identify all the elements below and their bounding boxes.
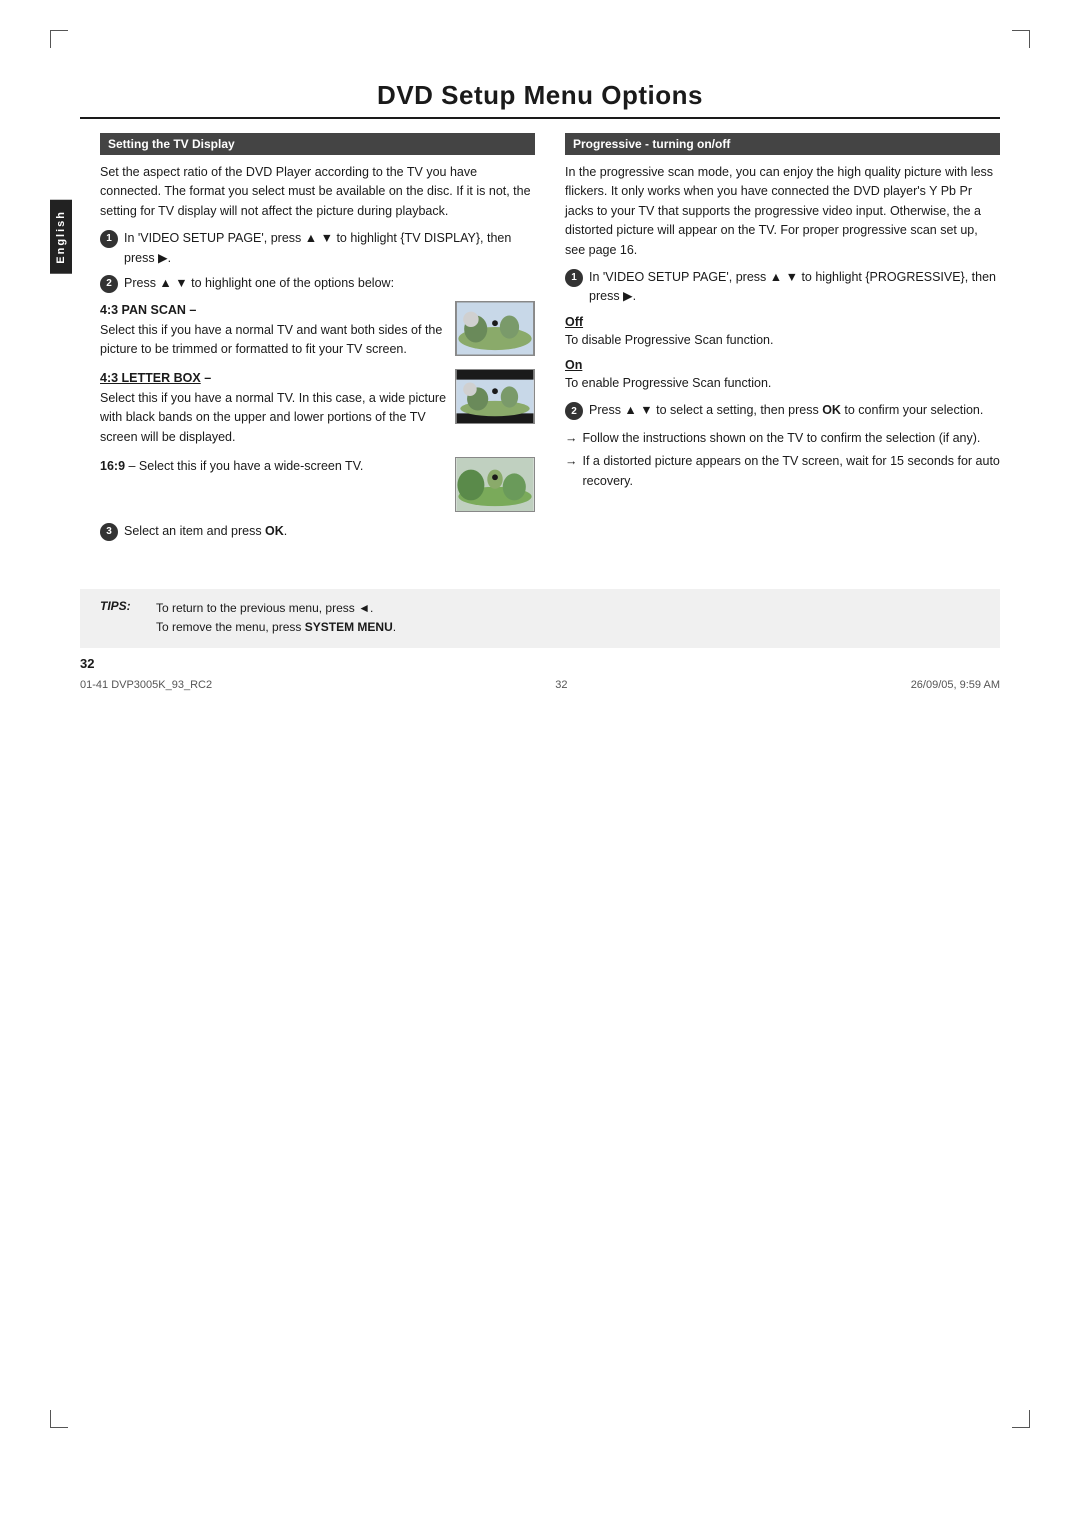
corner-mark-bl bbox=[50, 1410, 68, 1428]
left-section-header: Setting the TV Display bbox=[100, 133, 535, 155]
left-steps: 1 In 'VIDEO SETUP PAGE', press ▲ ▼ to hi… bbox=[100, 229, 535, 293]
arrow-symbol-1: → bbox=[565, 429, 578, 448]
16-9-body: – Select this if you have a wide-screen … bbox=[125, 459, 363, 473]
pan-scan-title: 4:3 PAN SCAN – bbox=[100, 303, 196, 317]
letter-box-body: Select this if you have a normal TV. In … bbox=[100, 391, 446, 444]
page-title: DVD Setup Menu Options bbox=[80, 80, 1000, 111]
tips-system-menu: SYSTEM MENU bbox=[305, 620, 393, 634]
right-intro-text: In the progressive scan mode, you can en… bbox=[565, 163, 1000, 260]
step-2-number: 2 bbox=[100, 275, 118, 293]
arrow-item-1: → Follow the instructions shown on the T… bbox=[565, 429, 1000, 448]
left-step-1: 1 In 'VIDEO SETUP PAGE', press ▲ ▼ to hi… bbox=[100, 229, 535, 268]
left-intro-text: Set the aspect ratio of the DVD Player a… bbox=[100, 163, 535, 221]
tips-content: To return to the previous menu, press ◄.… bbox=[156, 599, 396, 637]
off-text: To disable Progressive Scan function. bbox=[565, 331, 1000, 350]
footer-left: 01-41 DVP3005K_93_RC2 bbox=[80, 679, 212, 691]
letter-box-dash: – bbox=[201, 371, 211, 385]
step-3-number: 3 bbox=[100, 523, 118, 541]
right-step-2-number: 2 bbox=[565, 402, 583, 420]
step-2-text: Press ▲ ▼ to highlight one of the option… bbox=[124, 274, 394, 293]
language-tab: English bbox=[50, 200, 72, 274]
right-step-1-text: In 'VIDEO SETUP PAGE', press ▲ ▼ to high… bbox=[589, 268, 1000, 307]
tips-label: TIPS: bbox=[100, 599, 140, 613]
letter-box-image bbox=[455, 369, 535, 424]
arrow-symbol-2: → bbox=[565, 452, 578, 471]
step-1-text: In 'VIDEO SETUP PAGE', press ▲ ▼ to high… bbox=[124, 229, 535, 268]
tips-line-1: To return to the previous menu, press ◄. bbox=[156, 599, 396, 618]
on-text: To enable Progressive Scan function. bbox=[565, 374, 1000, 393]
left-step-3: 3 Select an item and press OK. bbox=[100, 522, 535, 541]
step-1-number: 1 bbox=[100, 230, 118, 248]
corner-mark-br bbox=[1012, 1410, 1030, 1428]
corner-mark-tl bbox=[50, 30, 68, 48]
right-step-2-text: Press ▲ ▼ to select a setting, then pres… bbox=[589, 401, 983, 420]
on-heading: On bbox=[565, 358, 1000, 372]
option-16-9: 16:9 – Select this if you have a wide-sc… bbox=[100, 457, 535, 512]
16-9-title: 16:9 bbox=[100, 459, 125, 473]
right-step-2-list: 2 Press ▲ ▼ to select a setting, then pr… bbox=[565, 401, 1000, 420]
right-step-1: 1 In 'VIDEO SETUP PAGE', press ▲ ▼ to hi… bbox=[565, 268, 1000, 307]
page-number: 32 bbox=[80, 656, 1000, 671]
right-step-2: 2 Press ▲ ▼ to select a setting, then pr… bbox=[565, 401, 1000, 420]
option-letter-box: 4:3 LETTER BOX – Select this if you have… bbox=[100, 369, 535, 447]
title-rule bbox=[80, 117, 1000, 119]
right-step-1-number: 1 bbox=[565, 269, 583, 287]
right-section-header: Progressive - turning on/off bbox=[565, 133, 1000, 155]
page-wrapper: English DVD Setup Menu Options Setting t… bbox=[0, 0, 1080, 1528]
option-pan-scan-text: 4:3 PAN SCAN – Select this if you have a… bbox=[100, 301, 447, 359]
arrow-item-2: → If a distorted picture appears on the … bbox=[565, 452, 1000, 491]
arrow-text-1: Follow the instructions shown on the TV … bbox=[583, 429, 981, 448]
left-step-3-list: 3 Select an item and press OK. bbox=[100, 522, 535, 541]
left-column: Setting the TV Display Set the aspect ra… bbox=[100, 133, 535, 549]
page-footer: 01-41 DVP3005K_93_RC2 32 26/09/05, 9:59 … bbox=[80, 679, 1000, 691]
off-heading: Off bbox=[565, 315, 1000, 329]
step-3-text: Select an item and press OK. bbox=[124, 522, 287, 541]
option-pan-scan: 4:3 PAN SCAN – Select this if you have a… bbox=[100, 301, 535, 359]
option-16-9-text: 16:9 – Select this if you have a wide-sc… bbox=[100, 457, 447, 476]
16-9-image bbox=[455, 457, 535, 512]
tips-line-2: To remove the menu, press SYSTEM MENU. bbox=[156, 618, 396, 637]
corner-mark-tr bbox=[1012, 30, 1030, 48]
arrow-text-2: If a distorted picture appears on the TV… bbox=[583, 452, 1001, 491]
right-step-1-list: 1 In 'VIDEO SETUP PAGE', press ▲ ▼ to hi… bbox=[565, 268, 1000, 307]
pan-scan-image bbox=[455, 301, 535, 356]
content-columns: Setting the TV Display Set the aspect ra… bbox=[100, 133, 1000, 549]
letter-box-title: 4:3 LETTER BOX bbox=[100, 371, 201, 385]
pan-scan-body: Select this if you have a normal TV and … bbox=[100, 323, 442, 356]
right-column: Progressive - turning on/off In the prog… bbox=[565, 133, 1000, 549]
tips-box: TIPS: To return to the previous menu, pr… bbox=[80, 589, 1000, 647]
footer-right: 26/09/05, 9:59 AM bbox=[911, 679, 1000, 691]
left-step-2: 2 Press ▲ ▼ to highlight one of the opti… bbox=[100, 274, 535, 293]
footer-center: 32 bbox=[555, 679, 567, 691]
option-letter-box-text: 4:3 LETTER BOX – Select this if you have… bbox=[100, 369, 447, 447]
